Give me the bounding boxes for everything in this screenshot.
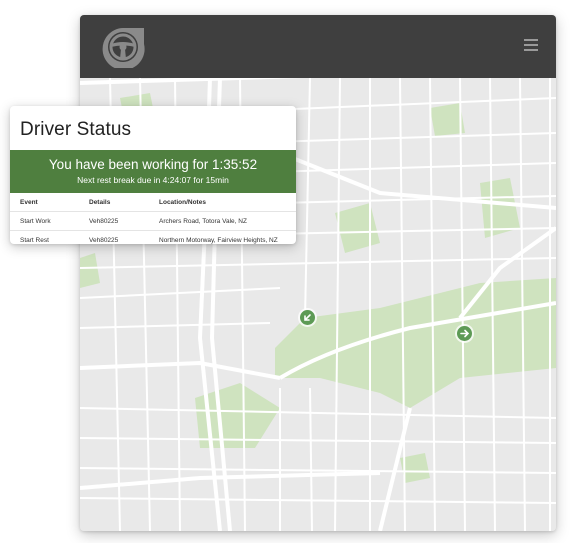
driver-status-card: Driver Status You have been working for … <box>10 106 296 244</box>
next-break-text: Next rest break due in 4:24:07 for 15min <box>77 175 229 185</box>
table-header-row: Event Details Location/Notes <box>10 193 296 212</box>
table-row[interactable]: Start Rest Veh80225 Northern Motorway, F… <box>10 231 296 245</box>
steering-wheel-icon[interactable] <box>100 26 146 70</box>
card-title: Driver Status <box>20 119 132 140</box>
event-cell: Start Rest <box>20 236 49 244</box>
table-row[interactable]: Start Work Veh80225 Archers Road, Totora… <box>10 211 296 231</box>
app-window <box>80 15 556 531</box>
details-cell: Veh80225 <box>89 211 159 231</box>
column-header-event: Event <box>10 193 89 212</box>
details-cell: Veh80225 <box>89 236 119 244</box>
map-pin-arrow-right[interactable] <box>457 326 472 341</box>
arrow-right-icon <box>460 329 470 338</box>
arrow-down-left-icon <box>304 314 311 321</box>
column-header-location: Location/Notes <box>159 193 296 212</box>
map-pin-arrow-down-left[interactable] <box>300 310 315 325</box>
events-table: Event Details Location/Notes Start Work … <box>10 193 296 244</box>
location-cell: Archers Road, Totora Vale, NZ <box>159 211 296 231</box>
working-time-banner: You have been working for 1:35:52 Next r… <box>10 150 296 193</box>
event-cell: Start Work <box>10 211 89 231</box>
location-cell: Northern Motorway, Fairview Heights, NZ <box>159 236 278 244</box>
top-bar <box>80 15 556 78</box>
working-time-text: You have been working for 1:35:52 <box>48 157 258 172</box>
hamburger-menu-icon[interactable] <box>524 39 538 53</box>
column-header-details: Details <box>89 193 159 212</box>
